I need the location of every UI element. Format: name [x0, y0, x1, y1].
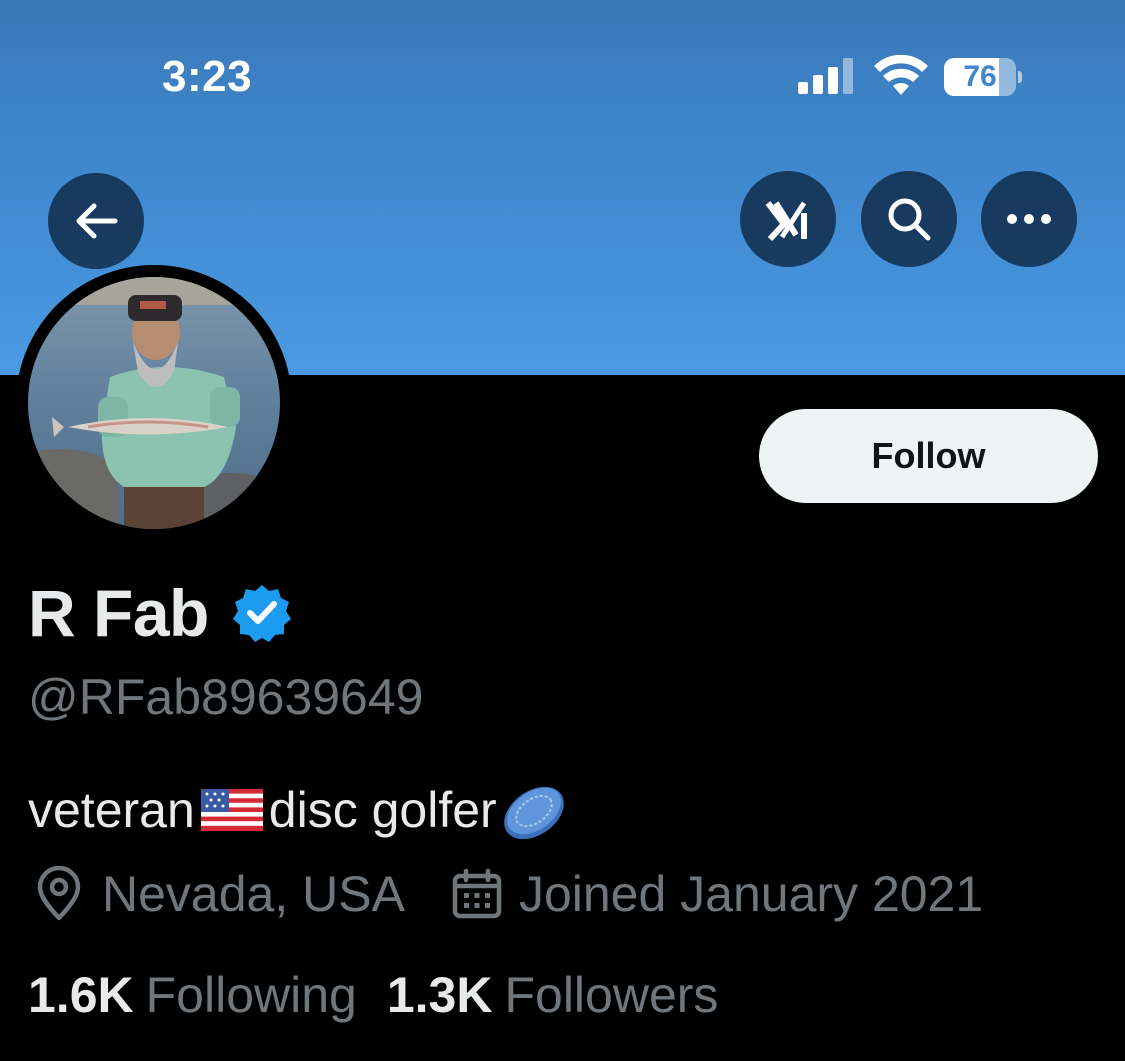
cellular-signal-icon — [798, 58, 853, 94]
profile-meta: Nevada, USA Joined January 2021 — [34, 862, 983, 926]
avatar[interactable] — [28, 277, 280, 529]
display-name-text: R Fab — [28, 576, 209, 650]
profile-joined-date: Joined January 2021 — [518, 866, 984, 922]
battery-level-text: 76 — [963, 60, 997, 93]
grok-button[interactable] — [740, 171, 836, 267]
following-count: 1.6K — [28, 967, 134, 1023]
followers-link[interactable]: 1.3K Followers — [387, 966, 719, 1024]
arrow-left-icon — [76, 203, 118, 239]
back-button[interactable] — [48, 173, 144, 269]
profile-stats: 1.6K Following 1.3K Followers — [28, 966, 718, 1024]
wifi-icon — [874, 55, 928, 95]
flying-disc-icon — [503, 786, 564, 840]
profile-location: Nevada, USA — [102, 866, 405, 922]
location-pin-icon — [37, 866, 81, 921]
grok-icon — [765, 201, 807, 242]
following-link[interactable]: 1.6K Following — [28, 966, 357, 1024]
profile-bio: veteran disc golfer — [28, 775, 569, 845]
search-icon — [888, 198, 931, 241]
us-flag-icon — [200, 789, 263, 831]
battery-indicator: 76 — [944, 58, 1022, 96]
calendar-icon — [452, 868, 502, 919]
bio-text-part2: disc golfer — [268, 782, 497, 838]
more-button[interactable] — [981, 171, 1077, 267]
profile-handle: @RFab89639649 — [28, 669, 424, 725]
followers-count: 1.3K — [386, 967, 493, 1023]
bio-text-part1: veteran — [28, 782, 195, 838]
follow-button[interactable]: Follow — [759, 409, 1098, 503]
followers-label: Followers — [504, 967, 719, 1023]
more-horizontal-icon — [1007, 214, 1051, 224]
search-button[interactable] — [861, 171, 957, 267]
display-name: R Fab — [28, 576, 293, 650]
status-bar-time: 3:23 — [162, 52, 253, 101]
verified-badge-icon[interactable] — [231, 582, 293, 644]
following-label: Following — [145, 967, 357, 1023]
